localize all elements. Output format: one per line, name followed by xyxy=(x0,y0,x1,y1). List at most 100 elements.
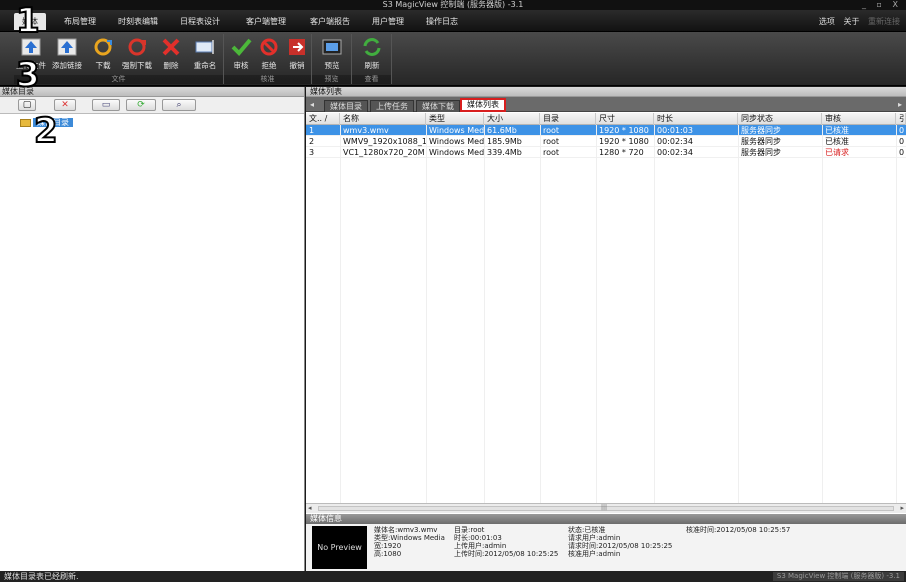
force-download-button[interactable]: 强制下载 xyxy=(120,35,154,73)
info-approve-time: 核准时间:2012/05/08 10:25:57 xyxy=(686,526,791,534)
rename-button[interactable]: 重命名 xyxy=(188,35,222,73)
info-height: 高:1080 xyxy=(374,550,402,558)
info-request-user: 请求用户:admin xyxy=(568,534,621,542)
scroll-right-icon[interactable]: ▸ xyxy=(900,504,904,512)
ribbon-group-approval: 审核 拒绝 撤销 核准 xyxy=(224,34,312,84)
cell-size: 339.4Mb xyxy=(487,148,522,157)
col-header-directory[interactable]: 目录 xyxy=(540,113,596,125)
info-duration: 时长:00:01:03 xyxy=(454,534,502,542)
media-list-panel: 媒体列表 ◂ 媒体目录 上传任务 媒体下载 媒体列表 ▸ 文.. / 名称 类型… xyxy=(306,87,906,571)
menu-about[interactable]: 关于 xyxy=(843,17,859,26)
cell-type: Windows Media xyxy=(429,137,484,146)
ribbon-toolbar: 上传文件 添加链接 下载 强制下载 删除 重命名 文件 审核 拒绝 撤销 核准 … xyxy=(0,32,906,86)
ribbon-group-approval-label: 核准 xyxy=(224,75,311,84)
col-header-sync-status[interactable]: 同步状态 xyxy=(738,113,822,125)
tab-upload-tasks[interactable]: 上传任务 xyxy=(370,100,414,112)
delete-folder-icon: ✕ xyxy=(61,100,69,110)
refresh-folder-icon: ⟳ xyxy=(137,100,145,110)
col-header-review[interactable]: 审核 xyxy=(822,113,896,125)
info-type: 类型:Windows Media xyxy=(374,534,445,542)
table-row[interactable]: 3 VC1_1280x720_20M Windows Media 339.4Mb… xyxy=(306,147,906,158)
callout-2: 2 xyxy=(33,111,59,151)
media-directory-header: 媒体目录 xyxy=(0,87,304,97)
ribbon-group-view-label: 查看 xyxy=(352,75,391,84)
new-folder-icon: ▢ xyxy=(22,100,32,110)
menu-right: 选项 关于 重新连接 xyxy=(813,16,900,27)
menu-options[interactable]: 选项 xyxy=(819,17,835,26)
preview-button[interactable]: 预览 xyxy=(315,35,349,73)
refresh-folder-button[interactable]: ⟳ xyxy=(126,99,156,111)
tab-media-download[interactable]: 媒体下载 xyxy=(416,100,460,112)
cell-index: 2 xyxy=(309,137,315,146)
tab-media-list[interactable]: 媒体列表 xyxy=(460,98,506,112)
menu-calendar-design[interactable]: 日程表设计 xyxy=(180,16,220,27)
delete-button[interactable]: 删除 xyxy=(154,35,188,73)
table-header: 文.. / 名称 类型 大小 目录 尺寸 时长 同步状态 审核 引 xyxy=(306,113,906,125)
col-header-duration[interactable]: 时长 xyxy=(654,113,738,125)
menu-client-management[interactable]: 客户端管理 xyxy=(246,16,286,27)
menu-user-management[interactable]: 用户管理 xyxy=(372,16,404,27)
cell-ref: 0 xyxy=(899,148,905,157)
cell-type: Windows Media xyxy=(429,148,484,157)
cell-name: wmv3.wmv xyxy=(343,126,389,135)
rename-folder-button[interactable]: ▭ xyxy=(92,99,120,111)
preview-thumbnail: No Preview xyxy=(312,526,367,569)
menu-layout[interactable]: 布局管理 xyxy=(64,16,96,27)
folder-icon xyxy=(20,118,31,127)
col-header-ref[interactable]: 引 xyxy=(896,113,906,125)
cell-name: WMV9_1920x1088_1 xyxy=(343,137,426,146)
window-controls[interactable]: _ ▫ X xyxy=(862,0,902,10)
approve-icon xyxy=(231,38,252,56)
media-directory-panel: 媒体目录 ▢ ✕ ▭ ⟳ ⌕ 媒体目录 xyxy=(0,87,305,571)
cell-sync-status: 服务器同步 xyxy=(741,137,781,146)
cell-duration: 00:02:34 xyxy=(657,148,693,157)
tab-scroll-right-icon[interactable]: ▸ xyxy=(898,100,902,109)
media-info-panel: No Preview 媒体名:wmv3.wmv 类型:Windows Media… xyxy=(306,524,906,571)
callout-1: 1 xyxy=(15,1,41,41)
refresh-button[interactable]: 刷新 xyxy=(355,35,389,73)
info-upload-user: 上传用户:admin xyxy=(454,542,507,550)
revoke-button[interactable]: 撤销 xyxy=(280,35,314,73)
cell-index: 1 xyxy=(309,126,315,135)
download-button[interactable]: 下载 xyxy=(86,35,120,73)
new-folder-button[interactable]: ▢ xyxy=(18,99,36,111)
table-row[interactable]: 2 WMV9_1920x1088_1 Windows Media 185.9Mb… xyxy=(306,136,906,147)
preview-icon xyxy=(322,39,342,55)
refresh-icon xyxy=(363,38,381,56)
col-header-size[interactable]: 大小 xyxy=(484,113,540,125)
title-bar: S3 MagicView 控制端 (服务器版) -3.1 _ ▫ X xyxy=(0,0,906,10)
info-approve-user: 核准用户:admin xyxy=(568,550,621,558)
info-width: 宽:1920 xyxy=(374,542,402,550)
tab-media-directory[interactable]: 媒体目录 xyxy=(324,100,368,112)
ribbon-group-file-label: 文件 xyxy=(14,75,223,84)
media-table: 文.. / 名称 类型 大小 目录 尺寸 时长 同步状态 审核 引 1 wmv3… xyxy=(306,113,906,503)
col-header-type[interactable]: 类型 xyxy=(426,113,484,125)
menu-operation-log[interactable]: 操作日志 xyxy=(426,16,458,27)
scroll-left-icon[interactable]: ◂ xyxy=(308,504,312,512)
cell-sync-status: 服务器同步 xyxy=(741,126,781,135)
col-header-dimensions[interactable]: 尺寸 xyxy=(596,113,654,125)
table-row[interactable]: 1 wmv3.wmv Windows Media 61.6Mb root 192… xyxy=(306,125,906,136)
status-bar: 媒体目录表已经刷新. S3 MagicView 控制端 (服务器版) -3.1 xyxy=(0,571,906,582)
download-icon xyxy=(94,38,112,56)
menu-schedule-edit[interactable]: 时刻表编辑 xyxy=(118,16,158,27)
search-folder-button[interactable]: ⌕ xyxy=(162,99,196,111)
menu-reconnect[interactable]: 重新连接 xyxy=(868,17,900,26)
cell-duration: 00:01:03 xyxy=(657,126,693,135)
cell-dimensions: 1920 * 1080 xyxy=(599,137,649,146)
cell-directory: root xyxy=(543,137,560,146)
horizontal-scrollbar[interactable]: ◂ ||| ▸ xyxy=(306,503,906,513)
status-text: 媒体目录表已经刷新. xyxy=(4,572,79,581)
cell-size: 185.9Mb xyxy=(487,137,522,146)
menu-client-report[interactable]: 客户端报告 xyxy=(310,16,350,27)
force-download-icon xyxy=(128,38,146,56)
tab-strip: ◂ 媒体目录 上传任务 媒体下载 媒体列表 ▸ xyxy=(306,97,906,112)
ribbon-group-file: 上传文件 添加链接 下载 强制下载 删除 重命名 文件 xyxy=(14,34,224,84)
window-title: S3 MagicView 控制端 (服务器版) -3.1 xyxy=(382,0,524,9)
col-header-index[interactable]: 文.. / xyxy=(306,113,340,125)
tab-scroll-left-icon[interactable]: ◂ xyxy=(310,100,314,109)
revoke-icon xyxy=(289,39,305,55)
add-link-button[interactable]: 添加链接 xyxy=(50,35,84,73)
delete-folder-button[interactable]: ✕ xyxy=(54,99,76,111)
col-header-name[interactable]: 名称 xyxy=(340,113,426,125)
